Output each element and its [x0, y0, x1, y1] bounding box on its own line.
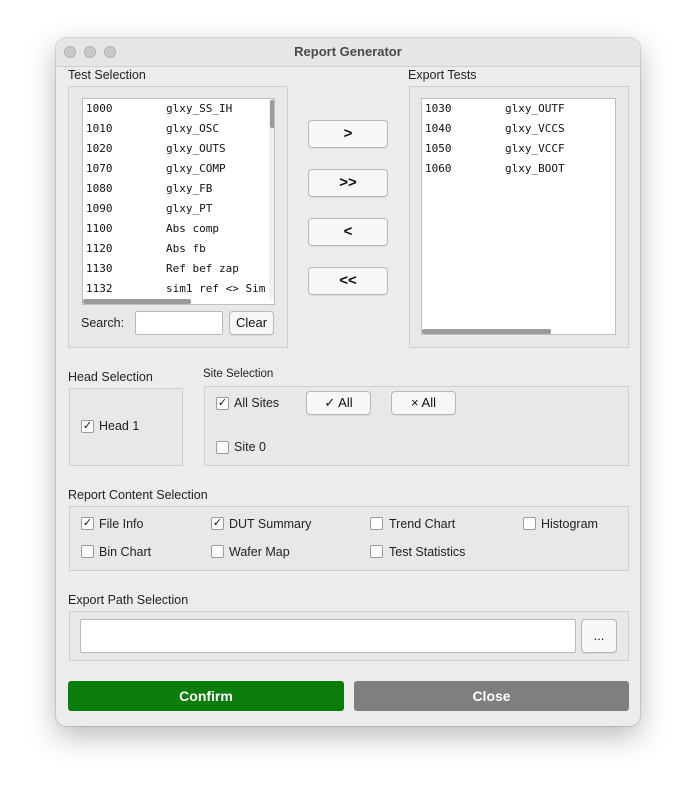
list-item[interactable]: 1040 glxy_VCCS: [425, 119, 565, 139]
test-number: 1010: [86, 122, 113, 135]
export-tests-list[interactable]: 1030 glxy_OUTF 1040 glxy_VCCS 1050 glxy_VCCF 1…: [421, 98, 616, 335]
list-item[interactable]: 1060 glxy_BOOT: [425, 159, 565, 179]
test-name: Abs comp: [166, 222, 219, 235]
test-number: 1020: [86, 142, 113, 155]
test-number: 1000: [86, 102, 113, 115]
close-button[interactable]: Close: [354, 681, 629, 711]
head1-label: Head 1: [99, 419, 140, 433]
search-label: Search:: [81, 316, 125, 330]
test-statistics-checkbox[interactable]: [370, 545, 383, 558]
test-name: glxy_OSC: [166, 122, 219, 135]
add-selected-button[interactable]: >: [308, 120, 388, 148]
histogram-checkbox[interactable]: [523, 517, 536, 530]
test-number: 1060: [425, 162, 452, 175]
test-selection-list[interactable]: 1000 glxy_SS_IH 1010 glxy_OSC 1020 glxy_OUTS 1…: [82, 98, 275, 305]
test-name: glxy_PT: [166, 202, 213, 215]
test-name: glxy_VCCS: [505, 122, 565, 135]
test-name: Abs fb: [166, 242, 206, 255]
wafer-map-label: Wafer Map: [229, 545, 290, 559]
list-item[interactable]: 1090 glxy_PT: [86, 199, 212, 219]
test-name: glxy_OUTF: [505, 102, 565, 115]
test-name: Ref bef zap: [166, 262, 239, 275]
list-item[interactable]: 1000 glxy_SS_IH: [86, 99, 232, 119]
test-number: 1130: [86, 262, 113, 275]
list-item[interactable]: 1010 glxy_OSC: [86, 119, 219, 139]
browse-path-button[interactable]: ...: [581, 619, 617, 653]
window-title: Report Generator: [294, 44, 402, 59]
list-item[interactable]: 1100 Abs comp: [86, 219, 219, 239]
wafer-map-checkbox[interactable]: [211, 545, 224, 558]
confirm-button[interactable]: Confirm: [68, 681, 344, 711]
all-sites-checkbox[interactable]: ✓: [216, 397, 229, 410]
report-content-group: [69, 506, 629, 571]
search-input[interactable]: [135, 311, 223, 335]
test-number: 1090: [86, 202, 113, 215]
export-tests-label: Export Tests: [408, 68, 477, 82]
test-name: glxy_SS_IH: [166, 102, 233, 115]
dut-summary-checkbox[interactable]: ✓: [211, 517, 224, 530]
bin-chart-checkbox[interactable]: [81, 545, 94, 558]
list-item[interactable]: 1130 Ref bef zap: [86, 259, 239, 279]
list-item[interactable]: 1132 sim1 ref <> Sim: [86, 279, 265, 299]
test-number: 1080: [86, 182, 113, 195]
test-number: 1040: [425, 122, 452, 135]
export-list-horizontal-scroll-thumb[interactable]: [422, 329, 551, 334]
file-info-checkbox[interactable]: ✓: [81, 517, 94, 530]
site0-checkbox[interactable]: [216, 441, 229, 454]
remove-selected-button[interactable]: <: [308, 218, 388, 246]
test-statistics-label: Test Statistics: [389, 545, 466, 559]
test-number: 1030: [425, 102, 452, 115]
export-path-label: Export Path Selection: [68, 593, 189, 607]
remove-all-button[interactable]: <<: [308, 267, 388, 295]
vertical-scroll-thumb[interactable]: [270, 100, 274, 128]
list-item[interactable]: 1120 Abs fb: [86, 239, 206, 259]
test-name: glxy_COMP: [166, 162, 226, 175]
add-all-button[interactable]: >>: [308, 169, 388, 197]
list-item[interactable]: 1020 glxy_OUTS: [86, 139, 226, 159]
test-name: glxy_FB: [166, 182, 213, 195]
export-path-input[interactable]: [80, 619, 576, 653]
clear-search-button[interactable]: Clear: [229, 311, 274, 335]
list-item[interactable]: 1030 glxy_OUTF: [425, 99, 565, 119]
test-number: 1120: [86, 242, 113, 255]
check-all-sites-button[interactable]: ✓ All: [306, 391, 371, 415]
test-number: 1050: [425, 142, 452, 155]
test-name: glxy_BOOT: [505, 162, 565, 175]
uncheck-all-sites-button[interactable]: × All: [391, 391, 456, 415]
list-item[interactable]: 1080 glxy_FB: [86, 179, 212, 199]
head1-checkbox[interactable]: ✓: [81, 420, 94, 433]
test-name: glxy_VCCF: [505, 142, 565, 155]
list-item[interactable]: 1070 glxy_COMP: [86, 159, 226, 179]
trend-chart-label: Trend Chart: [389, 517, 456, 531]
titlebar: Report Generator: [56, 38, 640, 67]
test-number: 1132: [86, 282, 113, 295]
test-number: 1070: [86, 162, 113, 175]
trend-chart-checkbox[interactable]: [370, 517, 383, 530]
bin-chart-label: Bin Chart: [99, 545, 152, 559]
report-content-label: Report Content Selection: [68, 488, 208, 502]
all-sites-label: All Sites: [234, 396, 280, 410]
site-selection-label: Site Selection: [203, 368, 274, 380]
file-info-label: File Info: [99, 517, 144, 531]
site0-label: Site 0: [234, 440, 266, 454]
test-list-vertical-scrollbar[interactable]: [269, 99, 274, 299]
histogram-label: Histogram: [541, 517, 598, 531]
dut-summary-label: DUT Summary: [229, 517, 312, 531]
test-list-horizontal-scroll-thumb[interactable]: [83, 299, 191, 304]
head-selection-label: Head Selection: [68, 370, 153, 384]
test-selection-label: Test Selection: [68, 68, 146, 82]
test-name: glxy_OUTS: [166, 142, 226, 155]
report-generator-window: Report Generator Test Selection 1000 glxy…: [56, 38, 640, 726]
list-item[interactable]: 1050 glxy_VCCF: [425, 139, 565, 159]
test-name: sim1 ref <> Sim: [166, 282, 266, 295]
test-number: 1100: [86, 222, 113, 235]
